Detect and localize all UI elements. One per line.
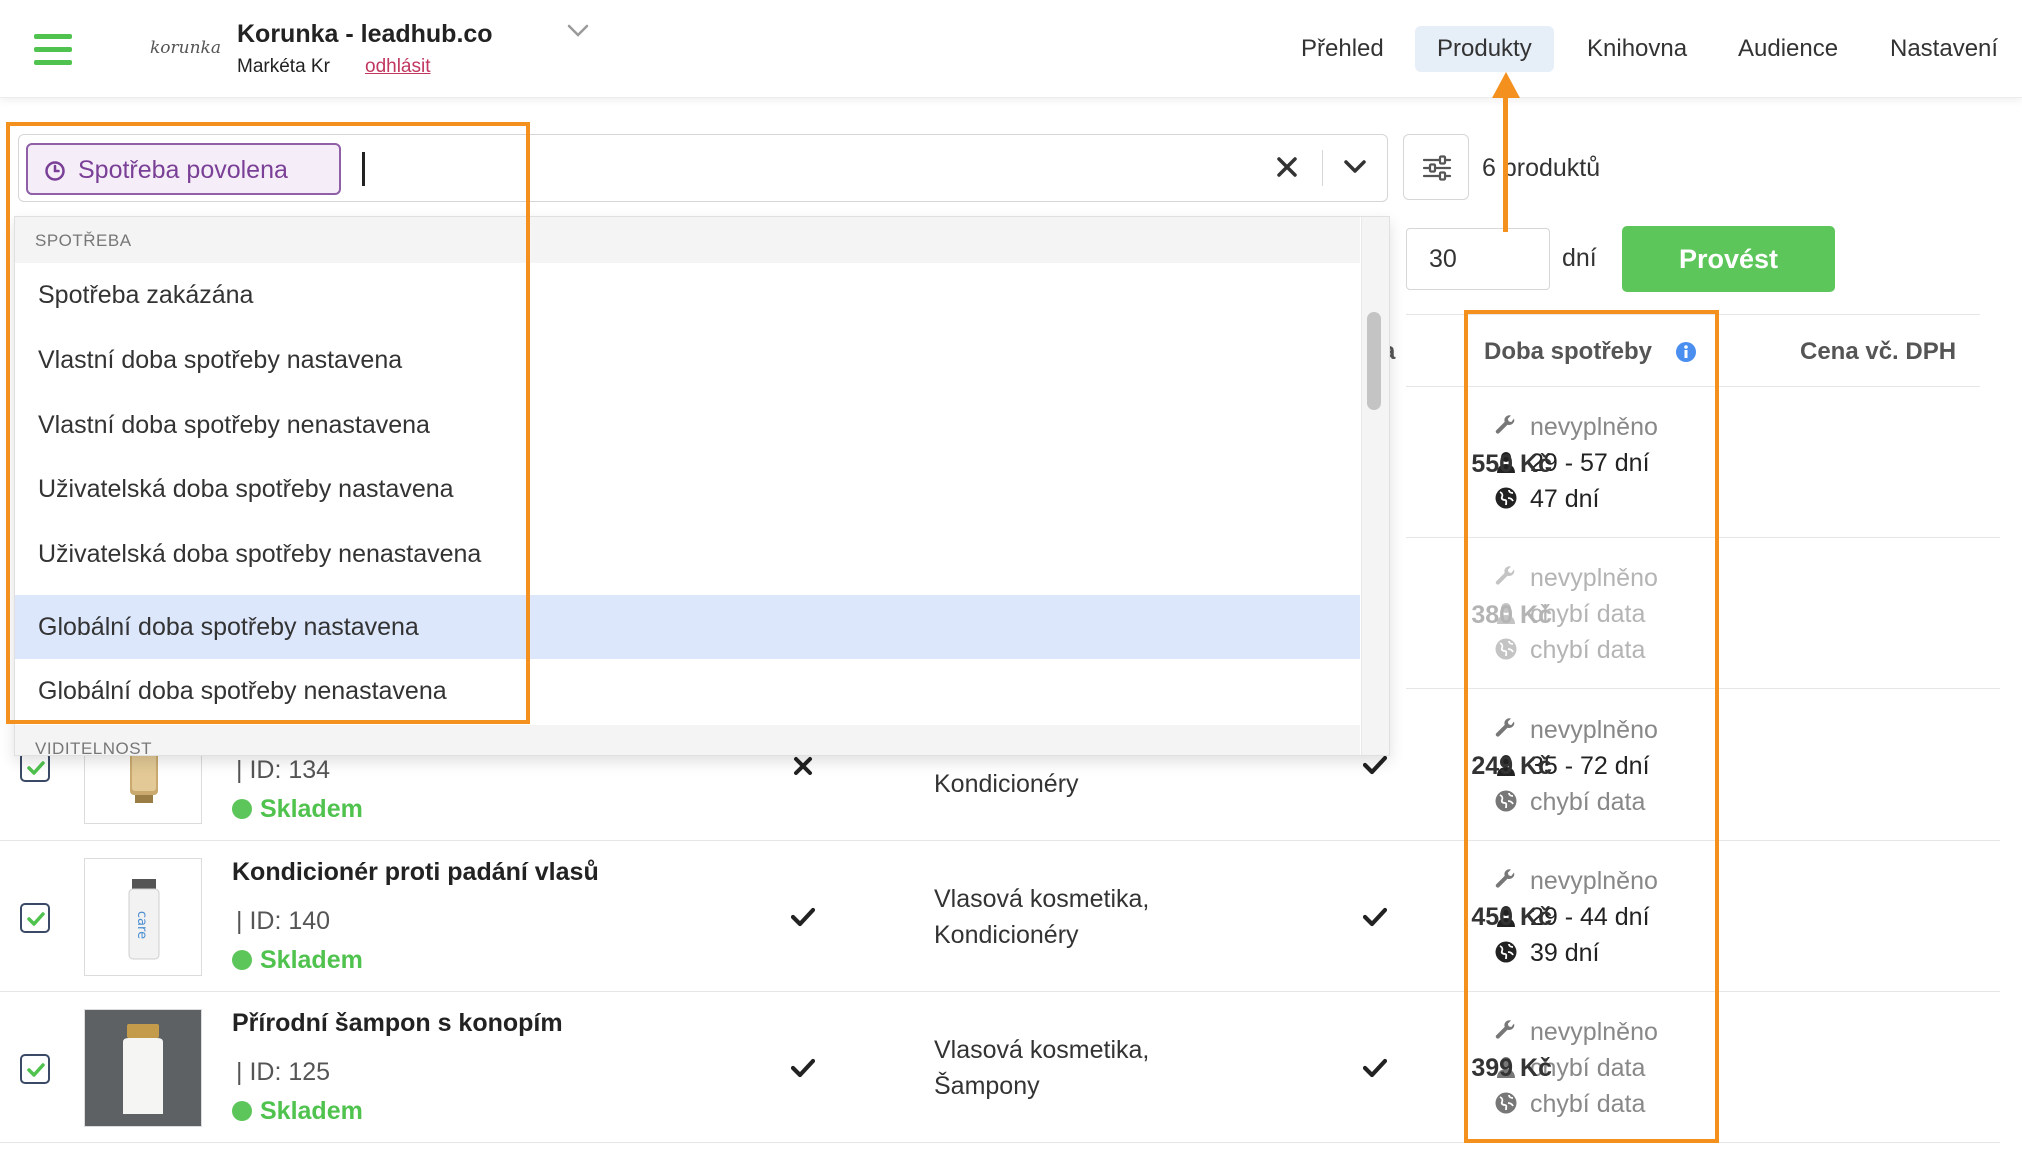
account-chevron-down-icon[interactable] bbox=[567, 24, 589, 38]
product-name[interactable]: Přírodní šampon s konopím bbox=[232, 1009, 563, 1038]
row-checkbox[interactable] bbox=[20, 903, 50, 933]
sliders-icon bbox=[1422, 155, 1452, 181]
nav-nastaveni[interactable]: Nastavení bbox=[1868, 26, 2020, 72]
top-bar: korunka Korunka - leadhub.co Markéta Kr … bbox=[0, 0, 2022, 98]
check-icon bbox=[1363, 755, 1387, 775]
dropdown-scrollbar-thumb[interactable] bbox=[1367, 312, 1381, 410]
nav-prehled[interactable]: Přehled bbox=[1279, 26, 1406, 72]
product-id: | ID: 134 bbox=[236, 756, 331, 784]
svg-text:care: care bbox=[134, 911, 149, 939]
product-id: | ID: 125 bbox=[236, 1058, 331, 1086]
advanced-filter-button[interactable] bbox=[1403, 134, 1469, 200]
column-header-price[interactable]: Cena vč. DPH bbox=[1800, 338, 1956, 366]
product-categories: Kondicionéry bbox=[934, 770, 1079, 798]
hamburger-menu-icon[interactable] bbox=[34, 34, 72, 66]
product-name[interactable]: Kondicionér proti padání vlasů bbox=[232, 858, 599, 887]
check-icon bbox=[1363, 907, 1387, 927]
annotation-arrow-line bbox=[1503, 88, 1508, 232]
check-icon bbox=[791, 907, 815, 927]
product-count: 6 produktů bbox=[1482, 154, 1601, 182]
run-button[interactable]: Provést bbox=[1622, 226, 1835, 292]
stock-dot-icon bbox=[232, 799, 252, 819]
logout-link[interactable]: odhlásit bbox=[365, 56, 431, 78]
check-icon bbox=[1363, 1058, 1387, 1078]
product-categories: Vlasová kosmetika, Kondicionéry bbox=[934, 885, 1150, 949]
product-thumbnail[interactable] bbox=[84, 1009, 202, 1127]
dropdown-group-header: VIDITELNOST bbox=[15, 725, 1360, 755]
highlight-box-lifetime-column bbox=[1464, 310, 1719, 1143]
cross-icon bbox=[794, 757, 812, 775]
dropdown-scrollbar[interactable] bbox=[1361, 217, 1389, 755]
product-categories: Vlasová kosmetika, Šampony bbox=[934, 1036, 1150, 1100]
product-thumbnail[interactable]: care bbox=[84, 858, 202, 976]
stock-status: Skladem bbox=[232, 946, 363, 975]
search-divider bbox=[1322, 150, 1323, 186]
user-name: Markéta Kr bbox=[237, 56, 330, 77]
product-id: | ID: 140 bbox=[236, 907, 331, 935]
stock-status: Skladem bbox=[232, 795, 363, 824]
days-input[interactable]: 30 bbox=[1406, 228, 1550, 290]
account-title: Korunka - leadhub.co bbox=[237, 20, 493, 48]
arrow-up-icon bbox=[1492, 72, 1520, 98]
chevron-down-icon[interactable] bbox=[1343, 159, 1367, 175]
nav-knihovna[interactable]: Knihovna bbox=[1565, 26, 1709, 72]
nav-audience[interactable]: Audience bbox=[1716, 26, 1860, 72]
stock-status: Skladem bbox=[232, 1097, 363, 1126]
stock-dot-icon bbox=[232, 1101, 252, 1121]
stock-dot-icon bbox=[232, 950, 252, 970]
row-checkbox[interactable] bbox=[20, 752, 50, 782]
brand-logo: korunka bbox=[150, 38, 221, 58]
close-icon[interactable] bbox=[1276, 156, 1298, 178]
days-unit-label: dní bbox=[1562, 244, 1597, 272]
highlight-box-dropdown bbox=[6, 122, 530, 724]
check-icon bbox=[791, 1058, 815, 1078]
row-checkbox[interactable] bbox=[20, 1054, 50, 1084]
nav-produkty[interactable]: Produkty bbox=[1415, 26, 1554, 72]
